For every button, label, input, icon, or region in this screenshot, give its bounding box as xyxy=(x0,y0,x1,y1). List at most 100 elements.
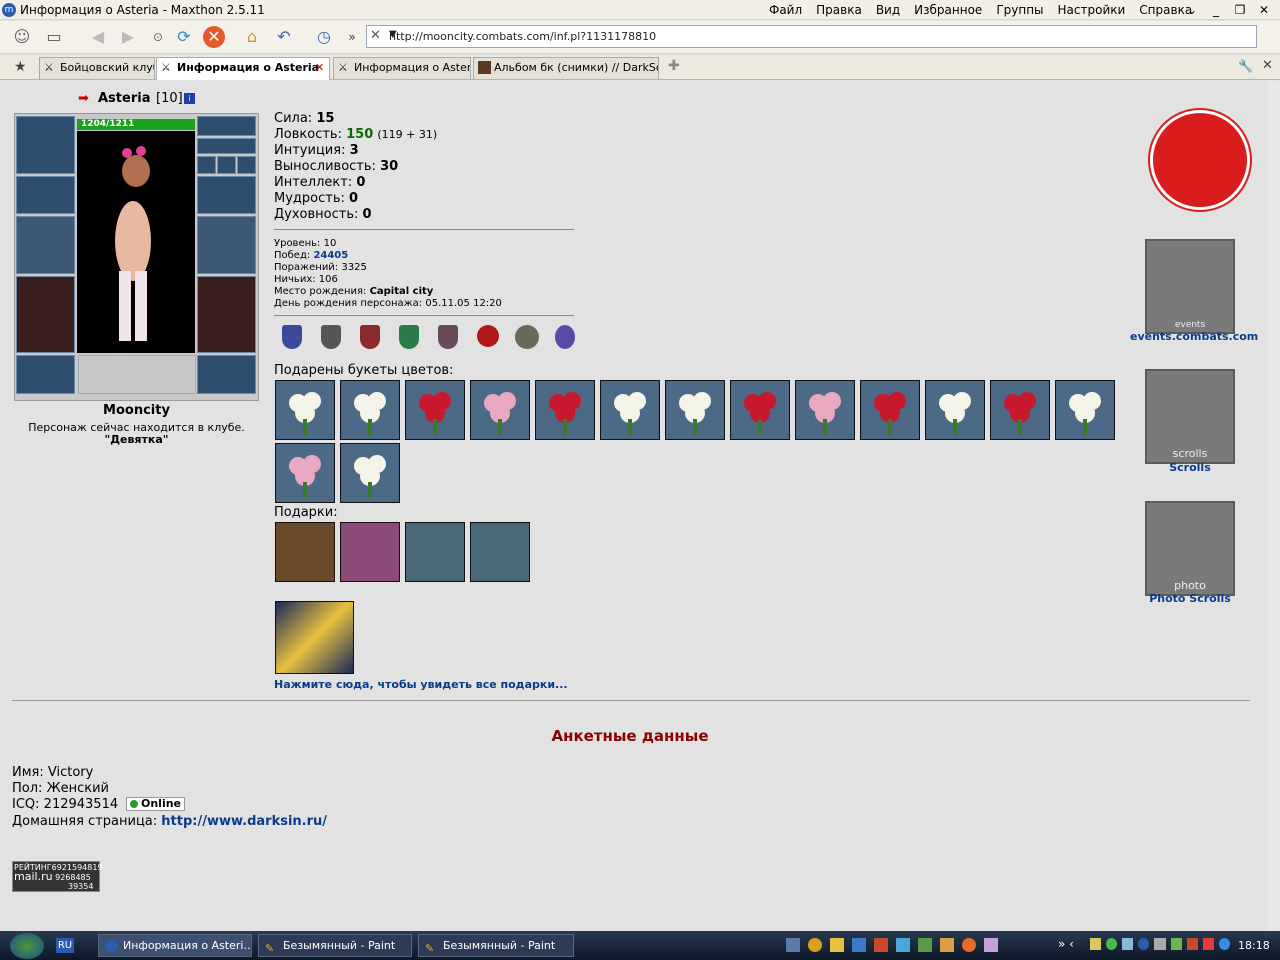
earrings-slot[interactable] xyxy=(197,116,256,136)
flower-bouquet[interactable] xyxy=(535,380,595,440)
app-icon[interactable] xyxy=(874,938,888,952)
tray-icon[interactable] xyxy=(1170,938,1182,950)
media-icon[interactable] xyxy=(808,938,822,952)
gift-hammer[interactable] xyxy=(340,522,400,582)
gift-box[interactable] xyxy=(405,522,465,582)
menu-groups[interactable]: Группы xyxy=(996,3,1043,17)
task-browser[interactable]: Информация о Asteri... xyxy=(98,934,252,957)
menu-file[interactable]: Файл xyxy=(769,3,802,17)
task-paint-2[interactable]: ✎ Безымянный - Paint xyxy=(418,934,574,957)
refresh-icon[interactable]: ⟳ xyxy=(172,26,196,48)
tray-icon[interactable] xyxy=(1202,938,1214,950)
close-all-icon[interactable]: ✕ xyxy=(1262,58,1273,73)
app-icon[interactable] xyxy=(918,938,932,952)
clock-icon[interactable]: ◷ xyxy=(312,26,336,48)
photo-scrolls-link[interactable]: Photo Scrolls xyxy=(1130,592,1250,605)
flower-bouquet[interactable] xyxy=(990,380,1050,440)
wins-link[interactable]: 24405 xyxy=(313,250,348,261)
tray-icon[interactable] xyxy=(1106,938,1118,950)
app-icon[interactable] xyxy=(984,938,998,952)
desktop-icon[interactable] xyxy=(786,938,800,952)
belt-slot[interactable] xyxy=(16,355,75,394)
bracelet-slot[interactable] xyxy=(16,176,75,214)
home-icon[interactable]: ⌂ xyxy=(240,26,264,48)
task-paint-1[interactable]: ✎ Безымянный - Paint xyxy=(258,934,412,957)
info-icon[interactable]: i xyxy=(184,93,195,104)
app-icon[interactable] xyxy=(940,938,954,952)
user-icon[interactable]: ☺ xyxy=(10,26,34,48)
history-dropdown-icon[interactable]: ⊙ xyxy=(146,26,170,48)
menu-favorites[interactable]: Избранное xyxy=(914,3,982,17)
scrolls-link[interactable]: Scrolls xyxy=(1130,461,1250,474)
close-tab-icon[interactable]: ✕ xyxy=(315,58,324,78)
ram-logo[interactable] xyxy=(1150,110,1250,210)
close-button[interactable]: ✕ xyxy=(1254,2,1274,18)
gift-card[interactable] xyxy=(275,601,354,674)
flower-bouquet[interactable] xyxy=(405,380,465,440)
tray-icon[interactable] xyxy=(1186,938,1198,950)
app-icon[interactable] xyxy=(830,938,844,952)
icq-status-badge[interactable]: Online xyxy=(126,797,186,811)
menu-settings[interactable]: Настройки xyxy=(1058,3,1126,17)
start-button[interactable] xyxy=(10,933,44,959)
gift-chest[interactable] xyxy=(275,522,335,582)
armor-slot[interactable] xyxy=(16,276,75,353)
ring-slot-2[interactable] xyxy=(217,156,236,174)
gloves-slot[interactable] xyxy=(197,176,256,214)
flower-bouquet[interactable] xyxy=(275,443,335,503)
mail-icon[interactable] xyxy=(962,938,976,952)
more-icon[interactable]: » xyxy=(340,26,364,48)
mailru-counter[interactable]: РЕЙТИНГ6921594819 mail.ru 9268485 39354 xyxy=(12,861,103,892)
helmet-slot[interactable] xyxy=(16,116,75,174)
expand-icon[interactable]: » ‹ xyxy=(1058,937,1074,951)
tab-asteria-info-2[interactable]: ⚔ Информация о Asteria xyxy=(333,57,471,79)
badge-icon[interactable] xyxy=(321,325,341,349)
scrollbar[interactable] xyxy=(1268,81,1280,930)
app-icon[interactable] xyxy=(852,938,866,952)
star-icon[interactable]: ★ xyxy=(14,59,27,75)
chevron-down-icon[interactable]: ▼ xyxy=(389,29,1252,40)
scrolls-banner[interactable]: scrolls xyxy=(1145,369,1235,464)
shield-slot[interactable] xyxy=(197,216,256,274)
boots-slot[interactable] xyxy=(197,355,256,394)
tray-icon[interactable] xyxy=(1090,938,1102,950)
clock[interactable]: 18:18 xyxy=(1238,939,1270,952)
tab-asteria-info[interactable]: ⚔ Информация о Asteria ✕ xyxy=(156,57,330,80)
back-icon[interactable]: ◀ xyxy=(86,26,110,48)
photo-banner[interactable]: photo xyxy=(1145,501,1235,596)
menu-edit[interactable]: Правка xyxy=(816,3,862,17)
badge-icon[interactable] xyxy=(282,325,302,349)
flower-bouquet[interactable] xyxy=(1055,380,1115,440)
wrench-icon[interactable]: 🔧 xyxy=(1238,59,1253,73)
badge-icon[interactable] xyxy=(438,325,458,349)
flower-bouquet[interactable] xyxy=(275,380,335,440)
restore-button[interactable]: ❐ xyxy=(1230,2,1250,18)
events-banner[interactable]: events xyxy=(1145,239,1235,334)
badge-icon[interactable] xyxy=(360,325,380,349)
weapon-slot[interactable] xyxy=(16,216,75,274)
tray-icon[interactable] xyxy=(1218,938,1230,950)
flower-bouquet[interactable] xyxy=(340,380,400,440)
flower-bouquet[interactable] xyxy=(730,380,790,440)
add-tab-icon[interactable]: ✚ xyxy=(668,58,680,74)
amulet-slot[interactable] xyxy=(197,138,256,154)
all-gifts-link[interactable]: Нажмите сюда, чтобы увидеть все подарки.… xyxy=(274,678,568,691)
new-tab-icon[interactable]: ▭ xyxy=(42,26,66,48)
forward-icon[interactable]: ▶ xyxy=(116,26,140,48)
flower-bouquet[interactable] xyxy=(340,443,400,503)
badge-icon[interactable] xyxy=(555,325,575,349)
flower-bouquet[interactable] xyxy=(470,380,530,440)
address-bar[interactable]: ✕ http://mooncity.combats.com/inf.pl?113… xyxy=(366,25,1257,48)
ring-slot-1[interactable] xyxy=(197,156,216,174)
flower-bouquet[interactable] xyxy=(600,380,660,440)
minimize-button[interactable]: _ xyxy=(1206,2,1226,18)
stop-icon[interactable]: ✕ xyxy=(203,26,225,48)
badge-icon[interactable] xyxy=(477,325,499,347)
badge-icon[interactable] xyxy=(399,325,419,349)
tray-icon[interactable] xyxy=(1138,938,1150,950)
language-indicator[interactable]: RU xyxy=(56,938,74,953)
flower-bouquet[interactable] xyxy=(665,380,725,440)
undo-icon[interactable]: ↶ xyxy=(272,26,296,48)
ie-icon[interactable] xyxy=(896,938,910,952)
tab-fight-club[interactable]: ⚔ Бойцовский клуб xyxy=(39,57,155,79)
